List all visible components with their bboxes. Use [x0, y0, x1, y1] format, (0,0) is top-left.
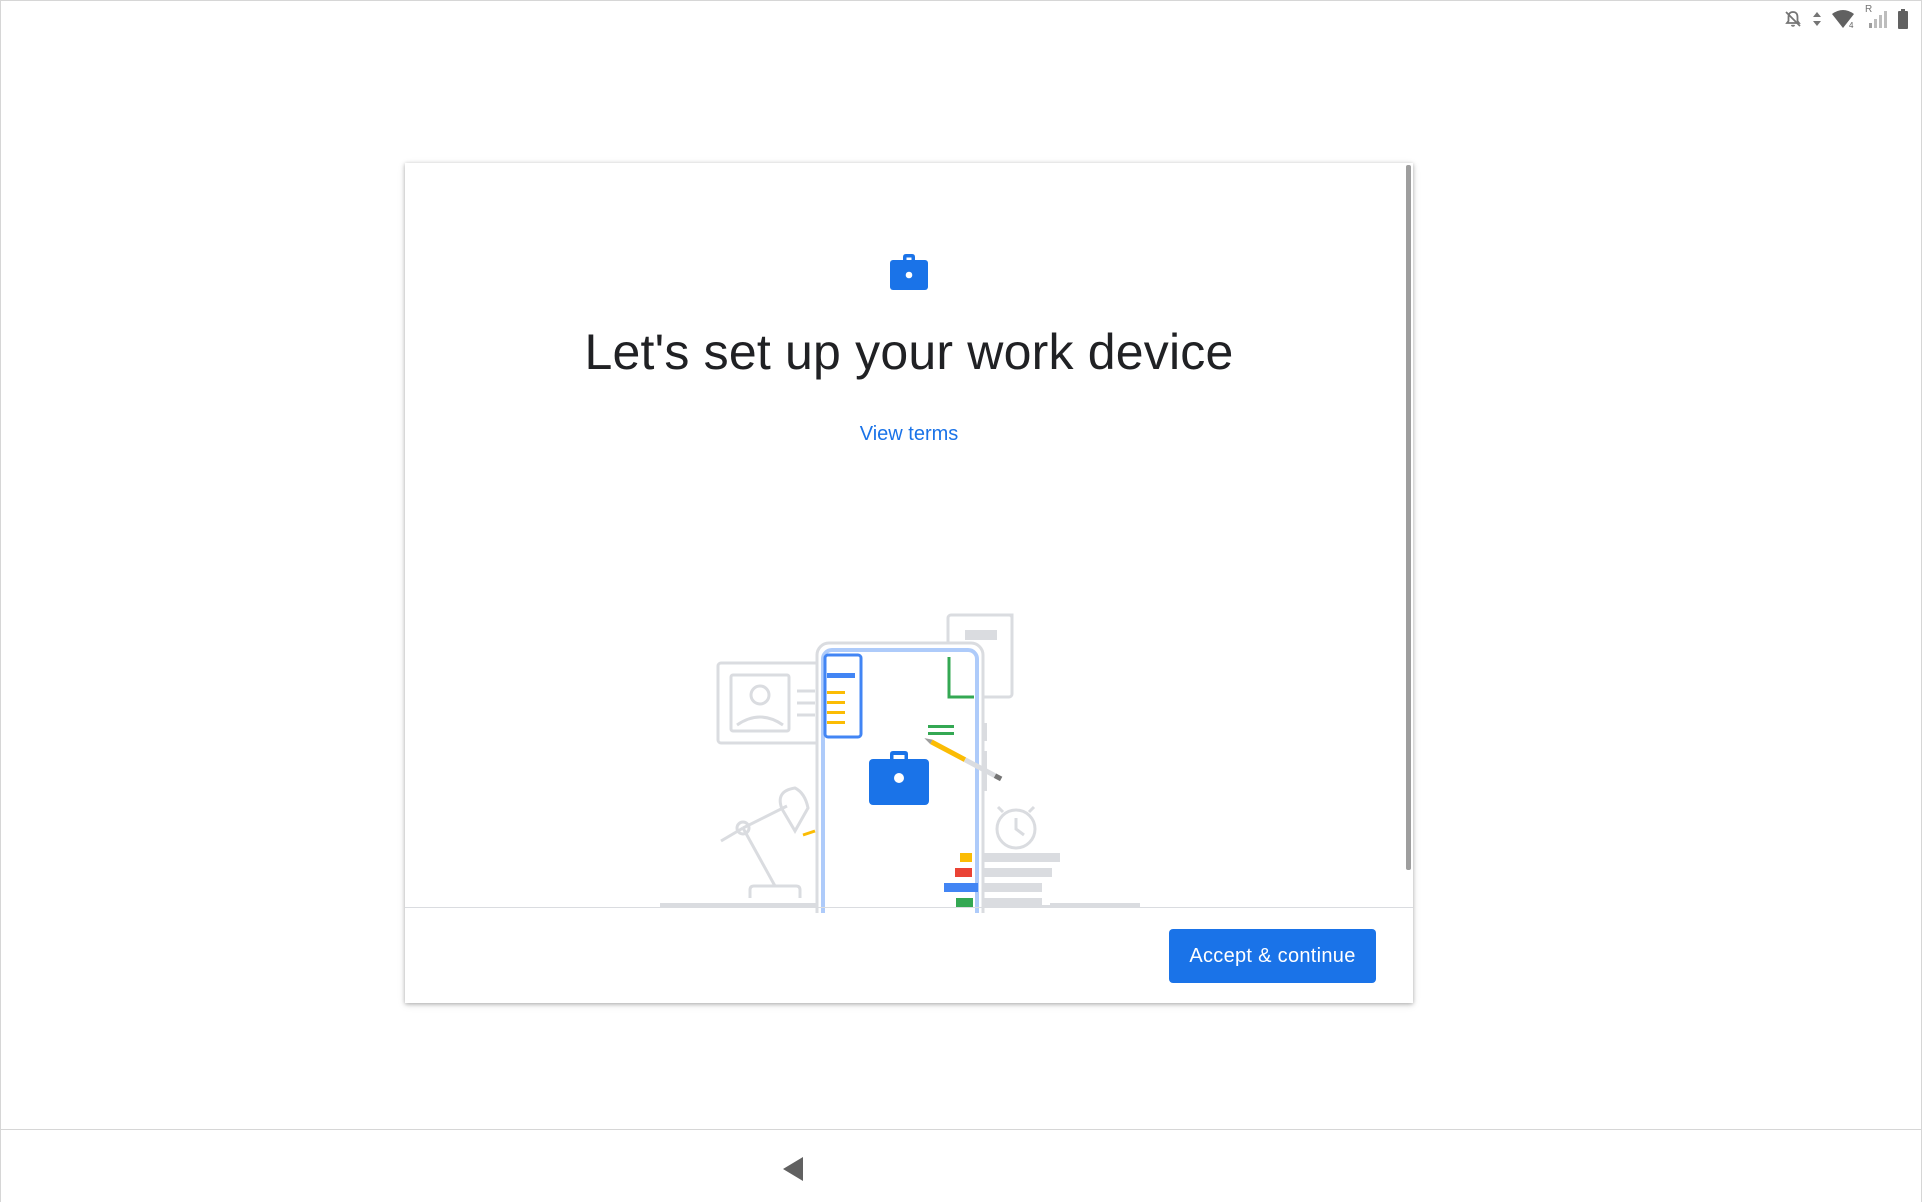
work-device-illustration: [660, 613, 1140, 913]
accept-continue-button[interactable]: Accept & continue: [1169, 929, 1376, 983]
page-title: Let's set up your work device: [584, 324, 1234, 380]
desk-lamp: [720, 786, 810, 898]
roaming-signal: R: [1863, 4, 1889, 30]
alarm-clock: [995, 805, 1037, 850]
status-bar: 4 R: [1783, 4, 1909, 31]
data-activity-icon: [1813, 12, 1821, 26]
signal-icon: [1869, 11, 1887, 28]
dialog-divider: [405, 907, 1413, 908]
setup-dialog: Let's set up your work device View terms: [405, 163, 1413, 1003]
svg-text:4: 4: [1849, 21, 1854, 30]
briefcase-icon: [890, 254, 928, 290]
wifi-icon: 4: [1832, 10, 1854, 30]
screen-card: [823, 653, 863, 739]
screen: 4 R Let's set up your work device View t…: [0, 0, 1922, 1202]
view-terms-link[interactable]: View terms: [405, 423, 1413, 446]
navigation-bar: [1, 1129, 1921, 1202]
phone-briefcase-icon: [869, 751, 929, 805]
back-triangle-icon[interactable]: [771, 1152, 815, 1186]
paper-stack: [980, 853, 1060, 902]
battery-icon: [1898, 9, 1908, 29]
dialog-scrollbar[interactable]: [1406, 165, 1411, 870]
notifications-off-icon: [1785, 11, 1801, 27]
